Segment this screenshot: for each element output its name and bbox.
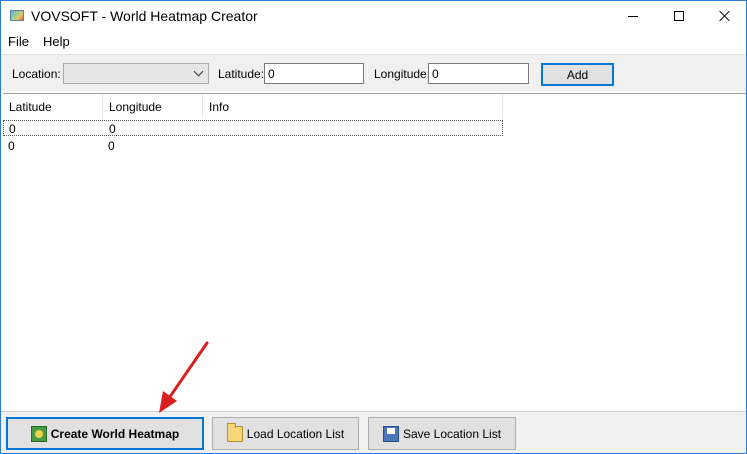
- minimize-icon: [628, 15, 638, 17]
- column-header-latitude[interactable]: Latitude: [3, 94, 103, 118]
- menu-file[interactable]: File: [1, 31, 36, 51]
- main-window: VOVSOFT - World Heatmap Creator File Hel…: [0, 0, 747, 454]
- cell-info: [204, 121, 304, 135]
- minimize-button[interactable]: [610, 1, 656, 31]
- floppy-disk-icon: [382, 425, 399, 442]
- location-list[interactable]: Latitude Longitude Info 0 0 0 0: [3, 93, 746, 411]
- create-button-label: Create World Heatmap: [50, 426, 180, 441]
- load-location-list-button[interactable]: Load Location List: [212, 417, 359, 450]
- title-bar[interactable]: VOVSOFT - World Heatmap Creator: [1, 1, 746, 31]
- close-button[interactable]: [702, 1, 747, 31]
- toolbar: Location: Latitude: Longitude: Add: [1, 54, 746, 91]
- create-world-heatmap-button[interactable]: Create World Heatmap: [6, 417, 204, 450]
- load-button-label: Load Location List: [246, 426, 345, 441]
- chevron-down-icon[interactable]: [194, 67, 204, 77]
- cell-latitude: 0: [9, 122, 16, 136]
- window-title: VOVSOFT - World Heatmap Creator: [31, 8, 258, 24]
- location-combobox[interactable]: [63, 63, 209, 84]
- save-location-list-button[interactable]: Save Location List: [368, 417, 516, 450]
- map-icon: [30, 425, 47, 442]
- annotation-arrow-icon: [159, 341, 209, 413]
- longitude-label: Longitude:: [374, 67, 431, 81]
- save-button-label: Save Location List: [402, 426, 502, 441]
- world-map-icon: [10, 10, 24, 21]
- list-header: Latitude Longitude Info: [3, 94, 503, 118]
- cell-longitude: 0: [109, 122, 116, 136]
- close-icon: [719, 10, 731, 22]
- cell-latitude: 0: [8, 139, 15, 153]
- cell-longitude: 0: [108, 139, 115, 153]
- cell-info: [203, 138, 303, 154]
- maximize-icon: [674, 11, 684, 21]
- longitude-input[interactable]: [428, 63, 529, 84]
- menu-bar: File Help: [1, 31, 746, 51]
- location-label: Location:: [12, 67, 61, 81]
- add-button[interactable]: Add: [541, 63, 614, 86]
- menu-help[interactable]: Help: [36, 31, 77, 51]
- table-row[interactable]: 0 0: [3, 120, 503, 136]
- maximize-button[interactable]: [656, 1, 702, 31]
- latitude-label: Latitude:: [218, 67, 265, 81]
- latitude-input[interactable]: [264, 63, 364, 84]
- bottom-panel: Create World Heatmap Load Location List …: [1, 411, 746, 453]
- folder-icon: [226, 422, 243, 442]
- table-row[interactable]: 0 0: [3, 138, 503, 154]
- column-header-longitude[interactable]: Longitude: [103, 94, 203, 118]
- column-header-info[interactable]: Info: [203, 94, 503, 118]
